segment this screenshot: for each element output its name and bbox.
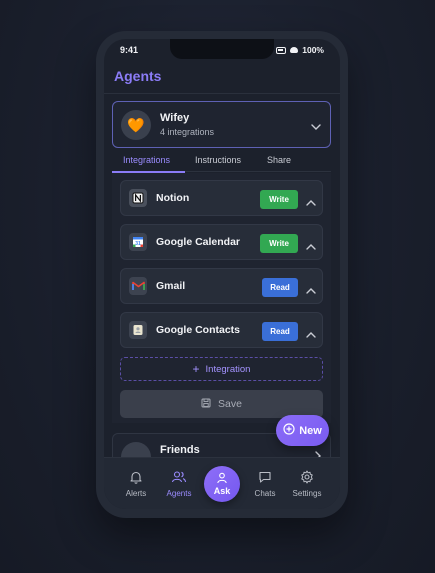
bell-icon	[129, 470, 143, 486]
gear-icon	[300, 470, 314, 486]
chevron-down-icon[interactable]	[311, 118, 321, 136]
integration-row-notion[interactable]: Notion Write	[120, 180, 323, 216]
notch	[170, 39, 274, 59]
floppy-disk-icon	[201, 398, 211, 411]
new-button-label: New	[299, 424, 322, 437]
nav-chats[interactable]: Chats	[243, 470, 287, 498]
save-label: Save	[218, 398, 242, 410]
nav-label: Chats	[254, 489, 276, 498]
nav-agents[interactable]: Agents	[157, 470, 201, 498]
orange-heart-icon: 🧡	[127, 116, 145, 133]
integration-name: Notion	[156, 192, 190, 204]
agent-integration-count: 4 integrations	[160, 127, 215, 137]
cloud-icon	[290, 47, 299, 53]
nav-label: Alerts	[125, 489, 147, 498]
permission-badge-read[interactable]: Read	[262, 278, 298, 297]
google-contacts-icon	[129, 321, 147, 339]
permission-badge-read[interactable]: Read	[262, 322, 298, 341]
chat-bubble-icon	[258, 470, 272, 486]
agent-card-wifey[interactable]: 🧡 Wifey 4 integrations	[112, 101, 331, 148]
permission-badge-write[interactable]: Write	[260, 190, 298, 209]
save-button[interactable]: Save	[120, 390, 323, 418]
battery-icon	[276, 46, 287, 54]
nav-alerts[interactable]: Alerts	[114, 470, 158, 498]
notion-icon	[129, 189, 147, 207]
header-divider	[104, 93, 340, 94]
new-agent-button[interactable]: New	[276, 415, 329, 446]
add-integration-label: Integration	[205, 363, 251, 375]
integration-row-gmail[interactable]: Gmail Read	[120, 268, 323, 304]
nav-label: Ask	[213, 486, 231, 496]
nav-label: Agents	[166, 489, 192, 498]
phone-screen: 9:41 100% Agents 🧡 Wifey 4 integrations …	[104, 39, 340, 509]
permission-badge-write[interactable]: Write	[260, 234, 298, 253]
add-integration-button[interactable]: + Integration	[120, 357, 323, 381]
agent-tabs: Integrations Instructions Share	[112, 153, 331, 172]
integration-name: Google Calendar	[156, 236, 241, 248]
chevron-up-icon[interactable]	[306, 193, 316, 211]
google-calendar-icon: 31	[129, 233, 147, 251]
agent-name: Wifey	[160, 112, 190, 124]
page-title: Agents	[114, 68, 162, 84]
tab-instructions[interactable]: Instructions	[195, 155, 241, 165]
chevron-up-icon[interactable]	[306, 281, 316, 299]
tab-share[interactable]: Share	[267, 155, 291, 165]
gmail-icon	[129, 277, 147, 295]
agent-name: Friends	[160, 444, 200, 456]
chevron-up-icon[interactable]	[306, 237, 316, 255]
status-bar: 9:41 100%	[104, 39, 340, 61]
user-icon	[216, 472, 228, 486]
integration-name: Google Contacts	[156, 324, 241, 336]
integration-row-google-contacts[interactable]: Google Contacts Read	[120, 312, 323, 348]
integration-row-google-calendar[interactable]: 31 Google Calendar Write	[120, 224, 323, 260]
nav-ask-button[interactable]: Ask	[204, 466, 240, 502]
tab-integrations[interactable]: Integrations	[123, 155, 170, 165]
status-time: 9:41	[120, 45, 139, 55]
active-tab-underline	[112, 171, 185, 173]
nav-settings[interactable]: Settings	[285, 470, 329, 498]
status-right: 100%	[276, 45, 324, 55]
nav-label: Settings	[292, 489, 322, 498]
users-icon	[171, 470, 187, 486]
agent-avatar: 🧡	[121, 110, 151, 140]
integration-name: Gmail	[156, 280, 186, 292]
bottom-nav: Alerts Agents Ask Chats Settings	[104, 457, 340, 509]
plus-icon: +	[192, 362, 200, 376]
svg-text:31: 31	[135, 241, 141, 247]
chevron-up-icon[interactable]	[306, 325, 316, 343]
plus-circle-icon	[283, 423, 295, 438]
battery-percent: 100%	[302, 45, 324, 55]
